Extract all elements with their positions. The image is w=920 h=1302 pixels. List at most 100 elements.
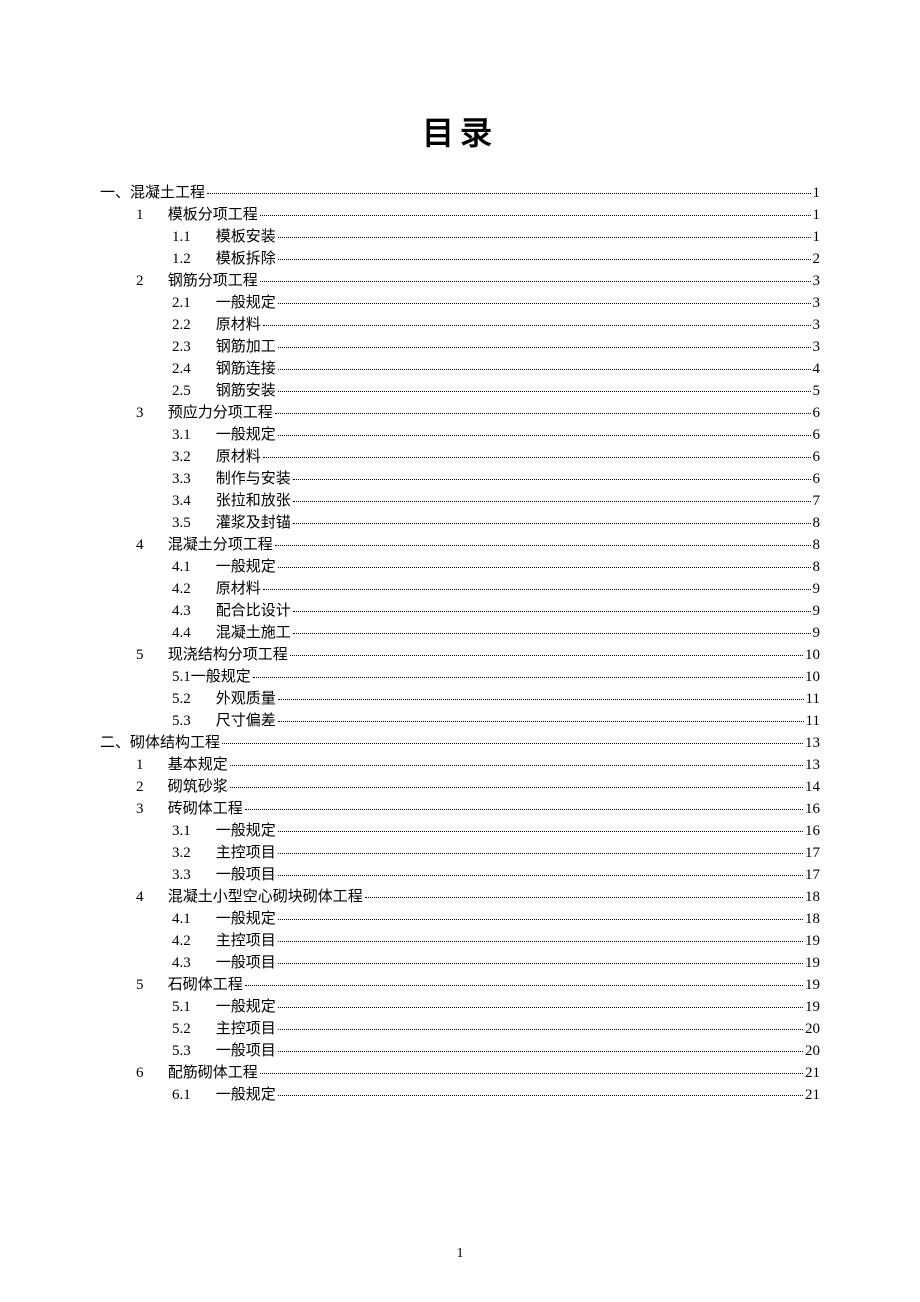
toc-leader-dots (263, 457, 811, 458)
toc-entry-label: 3.2 原材料 (172, 450, 261, 465)
toc-entry-label: 5 石砌体工程 (136, 978, 243, 993)
toc-entry: 2.2 原材料 3 (100, 314, 820, 336)
toc-leader-dots (278, 391, 811, 392)
toc-leader-dots (245, 985, 803, 986)
toc-leader-dots (293, 479, 811, 480)
toc-entry: 1.2 模板拆除2 (100, 248, 820, 270)
toc-entry: 5 现浇结构分项工程10 (100, 644, 820, 666)
toc-entry: 6 配筋砌体工程21 (100, 1062, 820, 1084)
toc-entry: 6.1 一般规定21 (100, 1084, 820, 1106)
toc-entry: 4.2 原材料9 (100, 578, 820, 600)
toc-leader-dots (278, 303, 811, 304)
toc-entry-page: 11 (806, 714, 820, 729)
toc-entry-text: 一般项目 (216, 955, 276, 971)
toc-entry-page: 8 (813, 516, 821, 531)
toc-entry-text: 主控项目 (216, 845, 276, 861)
toc-entry: 4.4 混凝土施工9 (100, 622, 820, 644)
toc-entry: 3.5 灌浆及封锚8 (100, 512, 820, 534)
toc-entry: 一、混凝土工程1 (100, 182, 820, 204)
toc-entry-number: 1 (136, 208, 164, 223)
toc-entry-label: 1.1 模板安装 (172, 230, 276, 245)
toc-entry-text: 基本规定 (168, 757, 228, 773)
toc-entry-number: 2 (136, 780, 164, 795)
toc-entry: 3.3 制作与安装6 (100, 468, 820, 490)
toc-leader-dots (278, 369, 811, 370)
toc-leader-dots (278, 1029, 803, 1030)
toc-entry: 1.1 模板安装1 (100, 226, 820, 248)
toc-entry-number: 2.3 (172, 340, 212, 355)
toc-entry-page: 11 (806, 692, 820, 707)
toc-entry-page: 17 (805, 868, 820, 883)
toc-entry-label: 4 混凝土小型空心砌块砌体工程 (136, 890, 363, 905)
toc-entry-number: 4.4 (172, 626, 212, 641)
toc-entry-number: 3.1 (172, 428, 212, 443)
toc-entry-label: 2.1 一般规定 (172, 296, 276, 311)
toc-entry-text: 一般规定 (216, 823, 276, 839)
toc-entry-text: 配合比设计 (216, 603, 291, 619)
toc-entry-page: 14 (805, 780, 820, 795)
toc-entry-text: 主控项目 (216, 933, 276, 949)
toc-entry-page: 6 (813, 428, 821, 443)
toc-entry-label: 2.5 钢筋安装 (172, 384, 276, 399)
toc-entry-text: 配筋砌体工程 (168, 1065, 258, 1081)
toc-leader-dots (293, 633, 811, 634)
toc-entry: 3.2 原材料6 (100, 446, 820, 468)
toc-leader-dots (278, 963, 803, 964)
toc-entry-number: 3.1 (172, 824, 212, 839)
toc-leader-dots (230, 787, 803, 788)
toc-leader-dots (253, 677, 803, 678)
toc-entry-page: 3 (813, 318, 821, 333)
page-title: 目录 (100, 108, 820, 154)
toc-entry-text: 尺寸偏差 (216, 713, 276, 729)
toc-leader-dots (278, 1095, 803, 1096)
toc-entry-text: 一般规定 (216, 1087, 276, 1103)
toc-entry-text: 原材料 (216, 317, 261, 333)
toc-leader-dots (222, 743, 803, 744)
toc-entry-label: 3.1 一般规定 (172, 824, 276, 839)
toc-entry-text: 一般规定 (216, 427, 276, 443)
toc-entry-label: 3.3 制作与安装 (172, 472, 291, 487)
toc-entry: 4.1 一般规定8 (100, 556, 820, 578)
toc-leader-dots (278, 567, 811, 568)
toc-entry-number: 4.3 (172, 956, 212, 971)
toc-entry-label: 1 模板分项工程 (136, 208, 258, 223)
toc-entry-text: 制作与安装 (216, 471, 291, 487)
toc-entry-label: 4.3 一般项目 (172, 956, 276, 971)
toc-entry-number: 2.2 (172, 318, 212, 333)
toc-entry-page: 18 (805, 890, 820, 905)
toc-entry: 2 钢筋分项工程3 (100, 270, 820, 292)
toc-entry-page: 4 (813, 362, 821, 377)
toc-entry-label: 2.2 原材料 (172, 318, 261, 333)
toc-entry-label: 5.1一般规定 (172, 670, 251, 685)
toc-entry-label: 2.3 钢筋加工 (172, 340, 276, 355)
toc-entry-page: 21 (805, 1066, 820, 1081)
toc-entry-number: 4.2 (172, 582, 212, 597)
toc-entry-page: 17 (805, 846, 820, 861)
toc-entry-text: 混凝土分项工程 (168, 537, 273, 553)
toc-entry-number: 2 (136, 274, 164, 289)
toc-entry-number: 5 (136, 648, 164, 663)
toc-entry: 2 砌筑砂浆14 (100, 776, 820, 798)
toc-leader-dots (278, 237, 811, 238)
toc-entry-number: 4.1 (172, 560, 212, 575)
toc-entry-number: 2.5 (172, 384, 212, 399)
toc-entry-number: 3.2 (172, 846, 212, 861)
toc-entry-label: 一、混凝土工程 (100, 186, 205, 201)
toc-leader-dots (260, 1073, 803, 1074)
toc-entry-text: 一般规定 (216, 559, 276, 575)
toc-entry-page: 20 (805, 1022, 820, 1037)
toc-entry-text: 砖砌体工程 (168, 801, 243, 817)
toc-entry: 二、砌体结构工程13 (100, 732, 820, 754)
toc-entry-label: 4.2 主控项目 (172, 934, 276, 949)
toc-entry-label: 3.3 一般项目 (172, 868, 276, 883)
toc-entry-page: 13 (805, 758, 820, 773)
toc-entry: 4 混凝土小型空心砌块砌体工程 18 (100, 886, 820, 908)
toc-entry: 5 石砌体工程19 (100, 974, 820, 996)
toc-leader-dots (275, 413, 811, 414)
toc-entry-number: 5.1 (172, 1000, 212, 1015)
toc-entry: 5.2 主控项目20 (100, 1018, 820, 1040)
toc-entry: 3 预应力分项工程6 (100, 402, 820, 424)
toc-entry: 3.3 一般项目 17 (100, 864, 820, 886)
toc-entry-label: 1.2 模板拆除 (172, 252, 276, 267)
toc-entry-label: 5.1 一般规定 (172, 1000, 276, 1015)
